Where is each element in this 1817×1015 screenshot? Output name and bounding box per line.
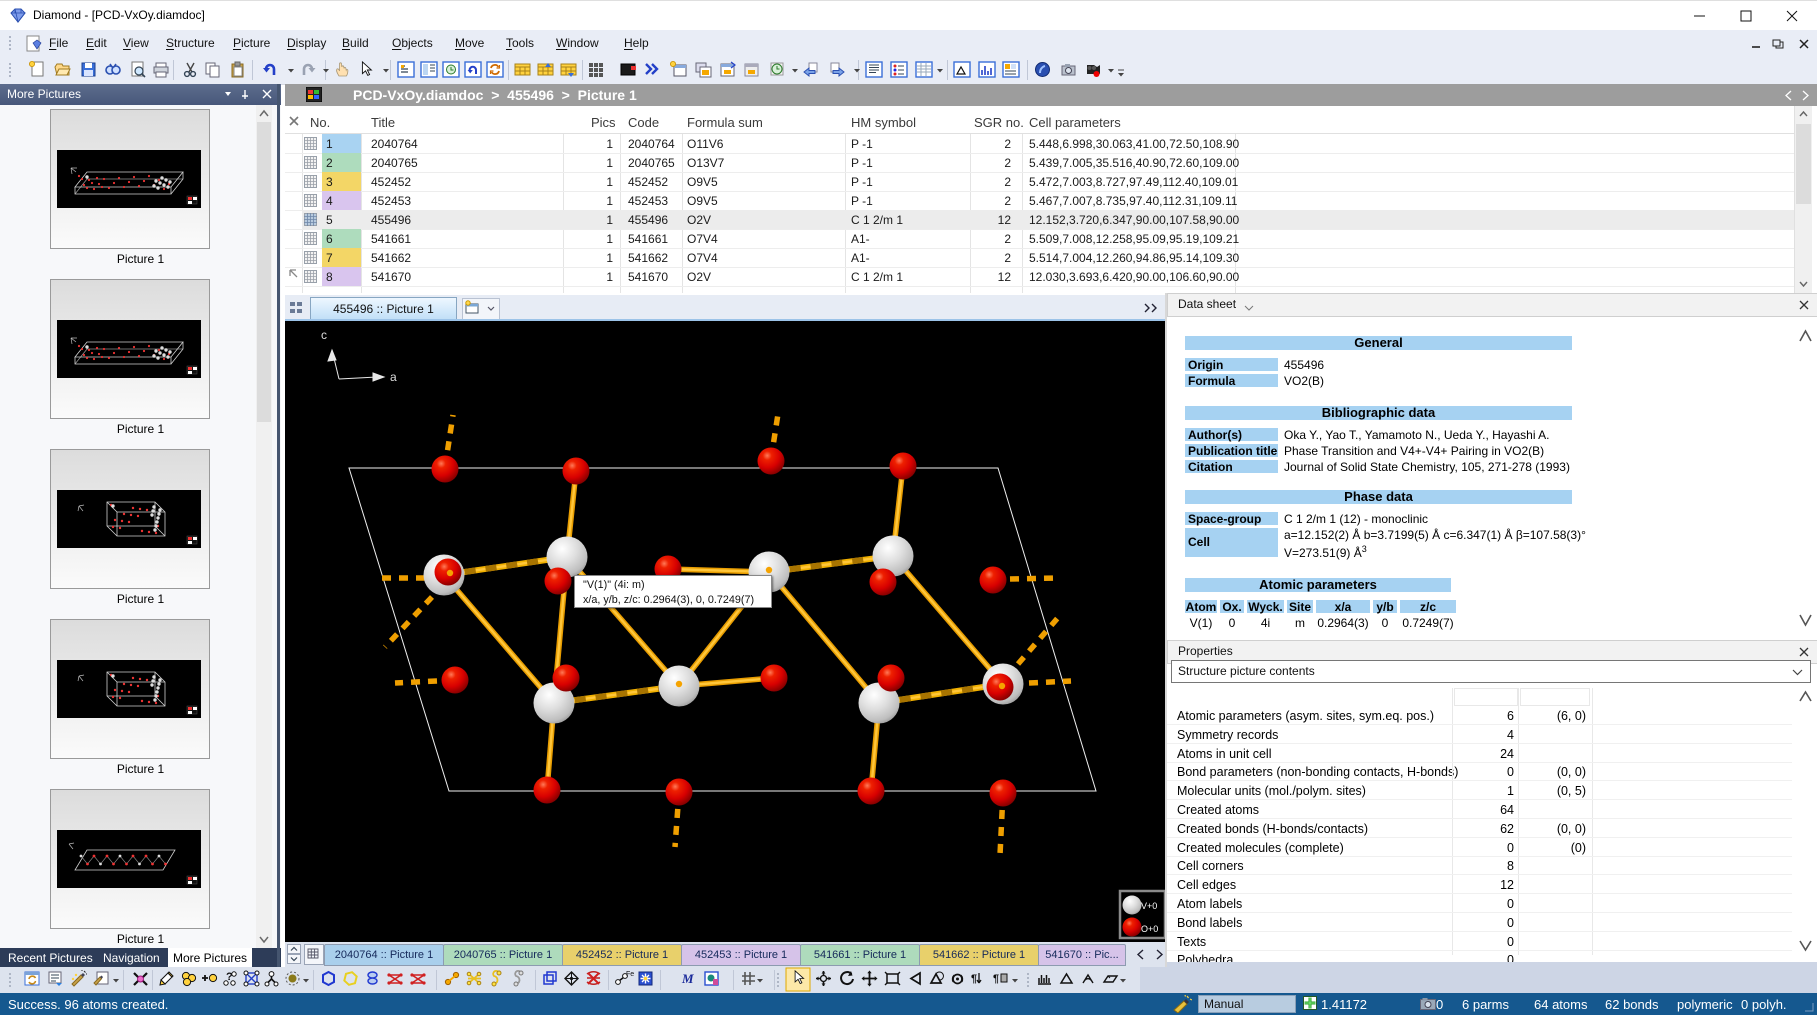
svg-text:¶: ¶ bbox=[971, 973, 977, 985]
svg-text:O+0: O+0 bbox=[1141, 924, 1158, 934]
svg-text:M: M bbox=[681, 971, 694, 986]
svg-text:c: c bbox=[321, 328, 327, 342]
svg-text:Fe: Fe bbox=[626, 971, 634, 978]
svg-text:a: a bbox=[390, 370, 397, 384]
svg-text:V+0: V+0 bbox=[1141, 901, 1157, 911]
svg-text:¶: ¶ bbox=[993, 973, 999, 985]
